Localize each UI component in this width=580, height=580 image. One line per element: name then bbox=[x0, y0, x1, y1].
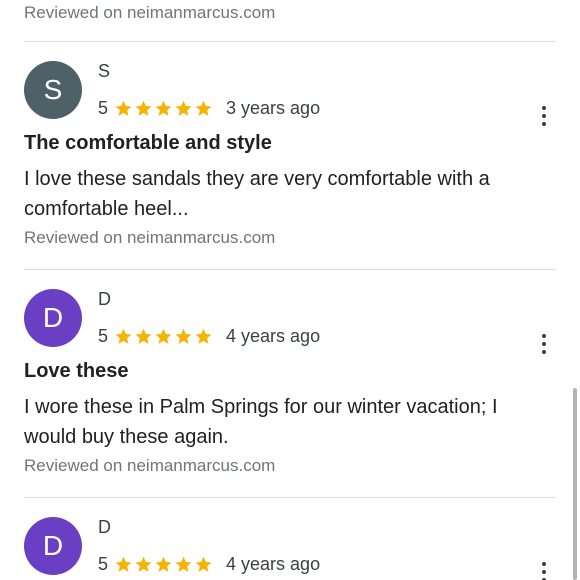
star-icon bbox=[175, 100, 192, 116]
star-rating bbox=[114, 99, 214, 118]
star-icon bbox=[135, 556, 152, 572]
star-icon bbox=[195, 100, 212, 116]
star-icon bbox=[115, 328, 132, 344]
review-card: D D 5 4 years ago Love these I wore thes… bbox=[0, 269, 580, 497]
star-rating bbox=[114, 327, 214, 346]
star-rating bbox=[114, 555, 214, 574]
star-icon bbox=[155, 100, 172, 116]
rating-value: 5 bbox=[98, 97, 109, 118]
rating-row: 5 4 years ago bbox=[98, 323, 320, 349]
more-vert-icon[interactable] bbox=[534, 329, 554, 359]
star-icon bbox=[135, 100, 152, 116]
rating-value: 5 bbox=[98, 325, 109, 346]
review-source: Reviewed on neimanmarcus.com bbox=[24, 456, 276, 475]
review-time: 4 years ago bbox=[226, 325, 321, 346]
rating-row: 5 3 years ago bbox=[98, 95, 320, 121]
avatar[interactable]: D bbox=[24, 289, 82, 347]
rating-row: 5 4 years ago bbox=[98, 551, 320, 577]
avatar[interactable]: S bbox=[24, 61, 82, 119]
star-icon bbox=[115, 100, 132, 116]
reviewer-name[interactable]: D bbox=[98, 517, 111, 538]
review-source: Reviewed on neimanmarcus.com bbox=[24, 3, 276, 22]
review-time: 4 years ago bbox=[226, 553, 321, 574]
more-vert-icon[interactable] bbox=[534, 101, 554, 131]
review-text[interactable]: I wore these in Palm Springs for our win… bbox=[24, 392, 544, 452]
more-vert-icon[interactable] bbox=[534, 557, 554, 580]
review-card: S S 5 3 years ago The comfortable and st… bbox=[0, 41, 580, 269]
star-icon bbox=[155, 556, 172, 572]
star-icon bbox=[135, 328, 152, 344]
review-time: 3 years ago bbox=[226, 97, 321, 118]
star-icon bbox=[155, 328, 172, 344]
review-source: Reviewed on neimanmarcus.com bbox=[24, 228, 276, 247]
star-icon bbox=[195, 556, 212, 572]
review-text[interactable]: I love these sandals they are very comfo… bbox=[24, 164, 544, 224]
scrollbar[interactable] bbox=[573, 388, 577, 580]
review-title: The comfortable and style bbox=[24, 132, 272, 154]
rating-value: 5 bbox=[98, 553, 109, 574]
star-icon bbox=[195, 328, 212, 344]
review-card: D D 5 4 years ago bbox=[0, 497, 580, 580]
review-title: Love these bbox=[24, 360, 129, 382]
star-icon bbox=[115, 556, 132, 572]
star-icon bbox=[175, 328, 192, 344]
avatar[interactable]: D bbox=[24, 517, 82, 575]
reviewer-name[interactable]: S bbox=[98, 61, 110, 82]
star-icon bbox=[175, 556, 192, 572]
reviewer-name[interactable]: D bbox=[98, 289, 111, 310]
